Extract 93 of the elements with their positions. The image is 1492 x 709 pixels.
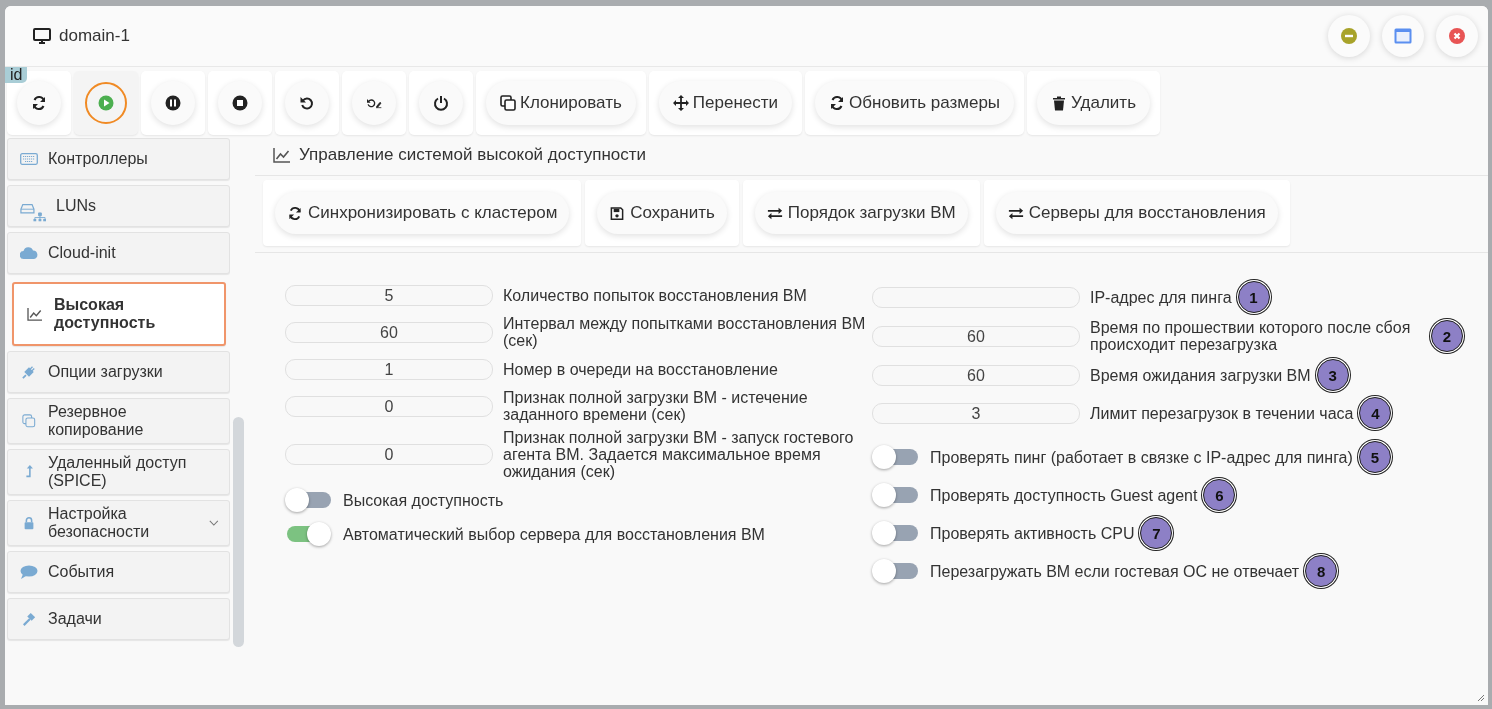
field-label: Проверять пинг (работает в связке с IP-адрес для пинга) bbox=[930, 448, 1353, 466]
copy-icon bbox=[20, 414, 38, 428]
number-badge: 7 bbox=[1140, 517, 1173, 549]
field-label: Автоматический выбор сервера для восстановления ВМ bbox=[343, 525, 765, 543]
toggle-switch[interactable] bbox=[285, 525, 331, 543]
stop-icon bbox=[232, 95, 248, 111]
field-label: Интервал между попытками восстановления ВМ (сек) bbox=[503, 315, 867, 349]
number-field[interactable]: 60 bbox=[872, 325, 1080, 347]
field-label: Номер в очереди на восстановление bbox=[503, 360, 778, 378]
sidebar-item[interactable]: Опции загрузки bbox=[7, 351, 231, 393]
sidebar-item[interactable]: Настройка безопасности bbox=[7, 500, 231, 546]
sidebar-item[interactable]: Удаленный доступ (SPICE) bbox=[7, 449, 231, 495]
number-field[interactable]: 0 bbox=[285, 444, 493, 465]
keyboard-icon bbox=[20, 152, 38, 166]
power-icon bbox=[433, 95, 449, 111]
refresh-icon bbox=[287, 205, 303, 221]
sidebar-item[interactable]: События bbox=[7, 551, 231, 593]
window-icon bbox=[1394, 28, 1412, 44]
field-label: Перезагружать ВМ если гостевая ОС не отвечает bbox=[930, 562, 1300, 580]
sidebar-item[interactable]: Высокая доступность bbox=[12, 282, 227, 346]
section-title: Управление системой высокой доступности bbox=[299, 145, 646, 165]
toolbar-icon-button[interactable] bbox=[151, 81, 195, 125]
toolbar-icon-button[interactable] bbox=[17, 81, 61, 125]
number-field[interactable]: 60 bbox=[872, 364, 1080, 386]
toolbar-button[interactable]: Клонировать bbox=[486, 81, 636, 125]
sidebar-item[interactable]: Задачи bbox=[7, 598, 231, 640]
toolbar-icon-button[interactable] bbox=[285, 81, 329, 125]
close-button[interactable] bbox=[1436, 15, 1478, 57]
toolbar-button[interactable]: Перенести bbox=[658, 81, 793, 125]
action-button[interactable]: Серверы для восстановления bbox=[995, 192, 1278, 234]
cloud-icon bbox=[20, 246, 38, 260]
refresh-icon bbox=[829, 95, 846, 111]
clone-icon bbox=[500, 95, 516, 111]
window-title: domain-1 bbox=[59, 26, 130, 46]
toggle-switch[interactable] bbox=[872, 562, 918, 580]
refresh-icon bbox=[31, 95, 47, 111]
drive-network-icon bbox=[20, 202, 46, 222]
field-label: Проверять доступность Guest agent bbox=[930, 486, 1198, 504]
field-label: IP-адрес для пинга bbox=[1090, 288, 1232, 306]
toolbar-icon-button[interactable] bbox=[218, 81, 262, 125]
toggle-switch[interactable] bbox=[872, 524, 918, 542]
move-icon bbox=[672, 95, 689, 111]
field-label: Высокая доступность bbox=[343, 491, 504, 509]
play-icon bbox=[98, 95, 114, 111]
maximize-button[interactable] bbox=[1382, 15, 1424, 57]
hammer-icon bbox=[20, 612, 38, 626]
toggle-switch[interactable] bbox=[872, 486, 918, 504]
save-icon bbox=[609, 205, 626, 221]
number-field[interactable]: 60 bbox=[285, 321, 493, 343]
number-badge: 6 bbox=[1203, 479, 1236, 511]
number-field[interactable]: 0 bbox=[285, 395, 493, 417]
number-badge: 2 bbox=[1431, 320, 1463, 352]
field-label: Проверять активность CPU bbox=[930, 524, 1135, 542]
action-button[interactable]: Синхронизировать с кластером bbox=[275, 192, 570, 234]
toolbar-button[interactable]: Удалить bbox=[1037, 81, 1150, 125]
number-badge: 4 bbox=[1359, 397, 1392, 429]
undo-icon bbox=[299, 95, 315, 111]
toggle-switch[interactable] bbox=[872, 448, 918, 466]
speech-bubble-icon bbox=[20, 565, 38, 579]
number-badge: 8 bbox=[1305, 555, 1338, 587]
field-label: Время по прошествии которого после сбоя происходит перезагрузка bbox=[1090, 319, 1412, 353]
field-label: Признак полной загрузки ВМ - истечение заданного времени (сек) bbox=[503, 389, 809, 423]
number-badge: 1 bbox=[1237, 281, 1270, 313]
number-badge: 5 bbox=[1358, 441, 1391, 473]
number-field[interactable]: 5 bbox=[285, 284, 493, 306]
field-label: Количество попыток восстановления ВМ bbox=[503, 286, 807, 304]
minus-circle-icon bbox=[1341, 28, 1357, 44]
close-icon bbox=[1449, 28, 1465, 44]
number-field[interactable] bbox=[872, 286, 1080, 308]
toolbar-button[interactable]: Обновить размеры bbox=[815, 81, 1015, 125]
line-chart-icon bbox=[273, 147, 291, 163]
trash-icon bbox=[1051, 95, 1068, 111]
field-label: Признак полной загрузки ВМ - запуск гостевого агента ВМ. Задается максимальное время ожидания (сек) bbox=[503, 429, 855, 480]
sidebar-item[interactable]: Резервное копирование bbox=[7, 398, 231, 444]
id-tag: id bbox=[5, 67, 28, 83]
toolbar-icon-button[interactable] bbox=[419, 81, 463, 125]
minimize-button[interactable] bbox=[1328, 15, 1370, 57]
number-badge: 3 bbox=[1316, 359, 1349, 391]
number-field[interactable]: 1 bbox=[285, 358, 493, 380]
pause-icon bbox=[165, 95, 181, 111]
action-button[interactable]: Порядок загрузки ВМ bbox=[754, 192, 968, 234]
field-label: Лимит перезагрузок в течении часа bbox=[1090, 404, 1354, 422]
resize-grip-icon[interactable] bbox=[1477, 694, 1485, 702]
number-field[interactable]: 3 bbox=[872, 402, 1080, 424]
line-chart-icon bbox=[26, 307, 44, 321]
action-button[interactable]: Сохранить bbox=[597, 192, 727, 234]
sidebar-item[interactable]: Контроллеры bbox=[7, 138, 231, 180]
sidebar-item[interactable]: Cloud-init bbox=[7, 232, 231, 274]
sidebar-item[interactable]: LUNs bbox=[7, 185, 231, 227]
toggle-switch[interactable] bbox=[285, 491, 331, 509]
field-label: Время ожидания загрузки ВМ bbox=[1090, 366, 1311, 384]
chevron-down-icon bbox=[209, 519, 220, 527]
monitor-icon bbox=[33, 28, 51, 44]
